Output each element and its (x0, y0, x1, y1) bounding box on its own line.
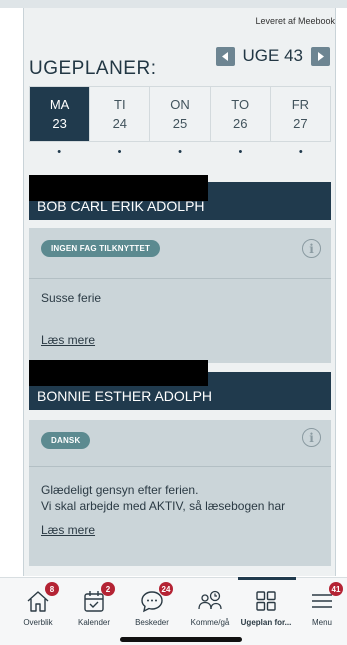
tab-beskeder[interactable]: 24 Beskeder (124, 578, 180, 630)
redaction-bar (29, 175, 208, 201)
day-date: 26 (232, 116, 248, 131)
tab-label: Kalender (77, 618, 111, 627)
day-indicator-dot: • (298, 146, 303, 158)
tab-label: Overblik (23, 618, 53, 627)
day-indicators: • • • • • (29, 146, 331, 158)
provider-label: Leveret af Meebook (255, 16, 335, 26)
day-date: 24 (112, 116, 128, 131)
child-name: BONNIE ESTHER ADOLPH (37, 388, 213, 404)
card-divider (29, 466, 331, 467)
weekplan-card: DANSK i Glædeligt gensyn efter ferien. V… (29, 420, 331, 566)
prev-week-button[interactable] (215, 46, 235, 66)
notification-badge: 24 (159, 582, 173, 596)
day-date: 23 (52, 116, 67, 131)
day-abbr: TI (114, 97, 126, 112)
notification-badge: 2 (101, 582, 115, 596)
day-abbr: FR (291, 97, 310, 112)
day-tab-to[interactable]: TO 26 (211, 87, 271, 141)
day-abbr: ON (170, 97, 190, 112)
day-tab-fr[interactable]: FR 27 (271, 87, 330, 141)
subject-tag: DANSK (41, 432, 91, 449)
tab-label: Menu (311, 618, 332, 627)
home-indicator (120, 637, 242, 642)
house-icon: 8 (25, 582, 59, 614)
active-tab-indicator (238, 577, 296, 580)
day-abbr: MA (49, 97, 70, 112)
chevron-right-icon (318, 51, 324, 61)
day-tab-ti[interactable]: TI 24 (90, 87, 151, 141)
day-date: 27 (293, 116, 308, 131)
read-more-link[interactable]: Læs mere (41, 333, 95, 347)
tab-label: Ugeplan for... (240, 618, 292, 627)
bottom-tab-bar: 8 Overblik 2 Kalender 24 Beskeder Komme/… (0, 577, 347, 645)
tab-label: Komme/gå (190, 618, 230, 627)
day-date: 25 (172, 116, 188, 131)
chevron-left-icon (221, 51, 228, 61)
calendar-icon: 2 (81, 582, 115, 614)
tab-komme-gaa[interactable]: Komme/gå (182, 578, 238, 630)
day-tab-on[interactable]: ON 25 (150, 87, 211, 141)
week-label: UGE 43 (242, 46, 303, 65)
redaction-bar (29, 360, 208, 386)
notification-badge: 41 (329, 582, 343, 596)
people-clock-icon (197, 588, 223, 614)
tab-label: Beskeder (135, 618, 169, 627)
subject-tag: INGEN FAG TILKNYTTET (41, 240, 161, 257)
day-selector: MA 23 TI 24 ON 25 TO 26 FR 27 (29, 86, 331, 142)
tab-menu[interactable]: 41 Menu (294, 578, 347, 630)
day-tab-ma[interactable]: MA 23 (30, 87, 91, 141)
chat-bubble-icon: 24 (139, 582, 173, 614)
notification-badge: 8 (45, 582, 59, 596)
top-strip (0, 0, 347, 8)
info-icon[interactable]: i (302, 428, 321, 447)
tab-overblik[interactable]: 8 Overblik (10, 578, 66, 630)
tab-ugeplan[interactable]: Ugeplan for... (238, 578, 294, 630)
next-week-button[interactable] (311, 46, 330, 66)
page-title: UGEPLANER: (29, 58, 157, 79)
hamburger-menu-icon: 41 (309, 582, 343, 614)
day-indicator-dot: • (238, 146, 243, 158)
info-icon[interactable]: i (302, 239, 321, 258)
day-indicator-dot: • (57, 146, 62, 158)
card-divider (29, 278, 331, 279)
card-text: Glædeligt gensyn efter ferien. Vi skal a… (41, 483, 286, 513)
week-navigator: UGE 43 (215, 46, 330, 66)
day-abbr: TO (231, 97, 250, 112)
card-text: Susse ferie (41, 291, 102, 305)
weekplan-card: INGEN FAG TILKNYTTET i Susse ferie Læs m… (29, 228, 331, 363)
read-more-link[interactable]: Læs mere (41, 523, 95, 537)
day-indicator-dot: • (117, 146, 122, 158)
tab-kalender[interactable]: 2 Kalender (66, 578, 122, 630)
day-indicator-dot: • (178, 146, 182, 158)
grid-icon (253, 588, 279, 614)
